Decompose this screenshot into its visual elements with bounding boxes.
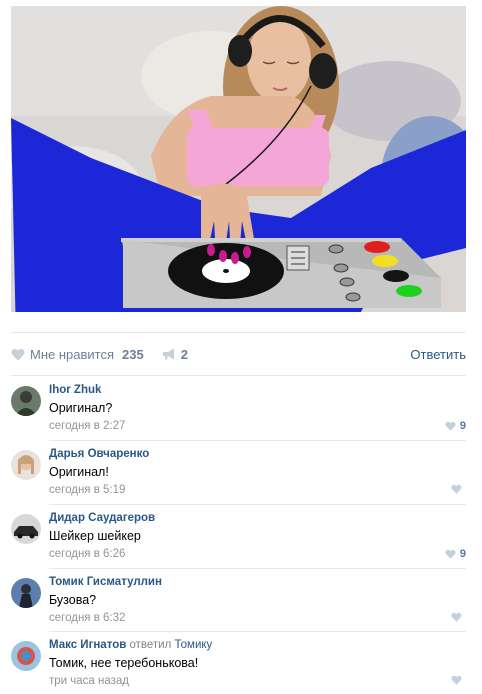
avatar[interactable] xyxy=(11,450,41,480)
comment-like-button[interactable]: 9 xyxy=(445,548,466,560)
comment-item: Дарья Овчаренко Оригинал! сегодня в 5:19 xyxy=(11,442,466,506)
comment-text: Оригинал! xyxy=(49,465,109,479)
comment-item: Макс Игнатов ответил Томику Томик, нее т… xyxy=(11,633,466,694)
comment-author-line: Дидар Саудагеров xyxy=(49,512,155,524)
megaphone-icon xyxy=(162,348,174,360)
heart-icon xyxy=(451,612,462,622)
post-actions-bar: Мне нравится 235 2 Ответить xyxy=(11,332,466,376)
reply-button[interactable]: Ответить xyxy=(410,347,466,362)
comment-like-count: 9 xyxy=(459,548,466,560)
like-button[interactable]: Мне нравится 235 xyxy=(11,347,144,362)
heart-icon xyxy=(445,549,456,559)
comment-like-button[interactable]: 9 xyxy=(445,420,466,432)
heart-icon xyxy=(11,348,25,360)
share-button[interactable]: 2 xyxy=(162,347,188,362)
comment-author[interactable]: Дарья Овчаренко xyxy=(49,448,149,460)
comment-text: Оригинал? xyxy=(49,401,113,415)
avatar[interactable] xyxy=(11,578,41,608)
comment-item: Дидар Саудагеров Шейкер шейкер сегодня в… xyxy=(11,506,466,570)
comment-text: Томик, нее теребонькова! xyxy=(49,656,199,670)
comment-like-button[interactable] xyxy=(451,612,466,622)
like-label: Мне нравится xyxy=(30,346,115,362)
avatar[interactable] xyxy=(11,386,41,416)
post-image[interactable] xyxy=(11,6,466,312)
heart-icon xyxy=(451,484,462,494)
divider xyxy=(49,568,466,569)
post-photo xyxy=(11,6,466,312)
comment-item: Ihor Zhuk Оригинал? сегодня в 2:27 9 xyxy=(11,378,466,442)
comment-text: Бузова? xyxy=(49,593,97,607)
comment-author-line: Макс Игнатов ответил Томику xyxy=(49,639,212,651)
heart-icon xyxy=(451,675,462,685)
heart-icon xyxy=(445,421,456,431)
comment-author-line: Томик Гисматуллин xyxy=(49,576,162,588)
comment-like-count: 9 xyxy=(459,420,466,432)
comment-like-button[interactable] xyxy=(451,484,466,494)
divider xyxy=(49,440,466,441)
comment-date[interactable]: сегодня в 6:26 xyxy=(49,548,125,560)
replied-to-label: ответил xyxy=(129,639,175,651)
like-count: 235 xyxy=(122,346,144,362)
avatar[interactable] xyxy=(11,641,41,671)
comment-date[interactable]: сегодня в 2:27 xyxy=(49,420,125,432)
comment-date[interactable]: сегодня в 5:19 xyxy=(49,484,125,496)
comment-item: Томик Гисматуллин Бузова? сегодня в 6:32 xyxy=(11,570,466,634)
comment-date[interactable]: три часа назад xyxy=(49,675,129,687)
divider xyxy=(49,631,466,632)
comment-like-button[interactable] xyxy=(451,675,466,685)
divider xyxy=(49,504,466,505)
comment-author[interactable]: Дидар Саудагеров xyxy=(49,512,155,524)
comment-author-line: Дарья Овчаренко xyxy=(49,448,149,460)
comment-date[interactable]: сегодня в 6:32 xyxy=(49,612,125,624)
comment-text: Шейкер шейкер xyxy=(49,529,141,543)
share-count: 2 xyxy=(180,346,188,362)
comment-author[interactable]: Макс Игнатов xyxy=(49,639,126,651)
reply-target-link[interactable]: Томику xyxy=(175,639,213,651)
avatar[interactable] xyxy=(11,514,41,544)
comment-author[interactable]: Ihor Zhuk xyxy=(49,384,101,396)
comment-author-line: Ihor Zhuk xyxy=(49,384,101,396)
comment-author[interactable]: Томик Гисматуллин xyxy=(49,576,162,588)
